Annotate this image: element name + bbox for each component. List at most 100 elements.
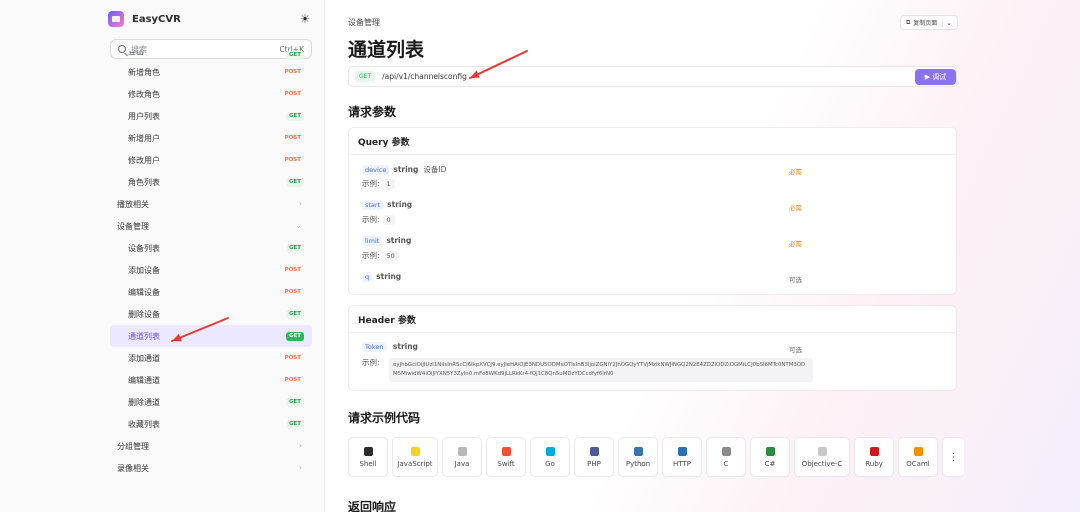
- example-label: 示例:: [362, 179, 380, 188]
- language-label: Objective-C: [801, 459, 843, 468]
- sidebar-item-label: 添加通道: [128, 353, 160, 363]
- sidebar-item[interactable]: 分组管理 ›: [110, 435, 312, 457]
- sidebar-item[interactable]: 收藏列表 GET: [110, 413, 312, 435]
- param-row: limit string: [362, 236, 416, 246]
- language-label: Go: [545, 459, 555, 468]
- language-label: Shell: [359, 459, 377, 468]
- method-badge: GET: [285, 332, 304, 341]
- language-icon: [589, 446, 599, 456]
- debug-button[interactable]: ▶ 调试: [915, 69, 956, 85]
- token-example-value: eyJhbGciOiJIUzI1NiIsInR5cCI6IkpXVCJ9.eyJ…: [389, 358, 813, 382]
- sidebar-item[interactable]: 录像相关 ›: [110, 457, 312, 479]
- sidebar-item[interactable]: 新增角色 POST: [110, 61, 312, 83]
- sidebar-item[interactable]: 播放相关 ›: [110, 193, 312, 215]
- language-tab[interactable]: C: [706, 437, 746, 477]
- language-icon: [913, 446, 923, 456]
- brand[interactable]: EasyCVR: [108, 11, 181, 27]
- language-label: C#: [764, 459, 776, 468]
- sidebar-item[interactable]: 删除设备 GET: [110, 303, 312, 325]
- sidebar-item-label: 删除设备: [128, 309, 160, 319]
- sidebar-item[interactable]: 修改角色 POST: [110, 83, 312, 105]
- language-tab[interactable]: Java: [442, 437, 482, 477]
- sidebar-item[interactable]: 删除通道 GET: [110, 391, 312, 413]
- language-label: C: [723, 459, 729, 468]
- chevron-right-icon: ›: [298, 199, 302, 208]
- param-token: Token string: [362, 342, 423, 352]
- param-desc: 设备ID: [423, 165, 447, 174]
- language-icon: [410, 446, 420, 456]
- sidebar-item-label: 添加设备: [128, 265, 160, 275]
- breadcrumb[interactable]: 设备管理: [348, 17, 380, 28]
- language-tab[interactable]: JavaScript: [392, 437, 438, 477]
- language-tab[interactable]: HTTP: [662, 437, 702, 477]
- query-params-title: Query 参数: [349, 128, 956, 155]
- param-name: Token: [362, 342, 387, 352]
- language-tab[interactable]: Shell: [348, 437, 388, 477]
- param-required-flag: 必需: [789, 168, 802, 176]
- sidebar-item[interactable]: 修改用户 POST: [110, 149, 312, 171]
- language-icon: [765, 446, 775, 456]
- language-tab[interactable]: C#: [750, 437, 790, 477]
- more-languages-icon[interactable]: ⋮: [942, 437, 964, 477]
- sidebar-item[interactable]: 添加通道 POST: [110, 347, 312, 369]
- request-params-heading: 请求参数: [348, 105, 397, 119]
- language-tab[interactable]: Swift: [486, 437, 526, 477]
- language-label: Python: [625, 459, 651, 468]
- example-label: 示例:: [362, 251, 380, 260]
- copy-page-button[interactable]: ⧉ 复制页面 ⌄: [900, 15, 958, 30]
- example-label: 示例:: [362, 215, 380, 224]
- sidebar-item[interactable]: 设备管理 ⌄: [110, 215, 312, 237]
- language-tab[interactable]: Ruby: [854, 437, 894, 477]
- sidebar-item[interactable]: 用户列表 GET: [110, 105, 312, 127]
- param-row: device string 设备ID: [362, 164, 446, 175]
- endpoint-path[interactable]: /api/v1/channelsconfig: [382, 72, 467, 81]
- param-type: string: [392, 342, 418, 351]
- sidebar-item[interactable]: 添加设备 POST: [110, 259, 312, 281]
- sun-icon[interactable]: ☀: [298, 12, 312, 26]
- param-example-label: 示例:: [362, 358, 380, 367]
- sidebar-item-label: 编辑通道: [128, 375, 160, 385]
- param-type: string: [376, 272, 402, 281]
- language-icon: [677, 446, 687, 456]
- code-examples-heading: 请求示例代码: [348, 411, 421, 425]
- language-tab[interactable]: Objective-C: [794, 437, 850, 477]
- sidebar-item-label: 用户列表: [128, 111, 160, 121]
- brand-name: EasyCVR: [132, 13, 181, 25]
- sidebar-item[interactable]: 编辑通道 POST: [110, 369, 312, 391]
- sidebar-item[interactable]: 角色列表 GET: [110, 171, 312, 193]
- sidebar-item[interactable]: 新增用户 POST: [110, 127, 312, 149]
- sidebar-item[interactable]: 设备列表 GET: [110, 237, 312, 259]
- method-badge: POST: [284, 355, 301, 361]
- language-label: JavaScript: [397, 459, 433, 468]
- method-badge: POST: [284, 157, 301, 163]
- method-badge: GET: [285, 310, 304, 319]
- sidebar-item[interactable]: 通道列表 GET: [110, 325, 312, 347]
- method-badge: GET: [285, 398, 304, 407]
- sidebar-item[interactable]: 编辑设备 POST: [110, 281, 312, 303]
- language-tab[interactable]: Go: [530, 437, 570, 477]
- language-label: Ruby: [865, 459, 883, 468]
- endpoint-method-badge: GET: [355, 71, 376, 82]
- language-tab[interactable]: PHP: [574, 437, 614, 477]
- header-params-title: Header 参数: [349, 306, 956, 333]
- language-tab[interactable]: Python: [618, 437, 658, 477]
- param-required-flag: 可选: [789, 276, 802, 284]
- language-tab[interactable]: OCaml: [898, 437, 938, 477]
- chevron-down-icon: ⌄: [295, 221, 302, 230]
- param-example: 示例: 1: [362, 178, 395, 189]
- method-badge: POST: [284, 91, 301, 97]
- easycvr-logo-icon: [108, 11, 124, 27]
- method-badge: POST: [284, 289, 301, 295]
- example-value: 1: [382, 179, 395, 189]
- sidebar-item-label: 登出: [128, 51, 144, 56]
- chevron-down-icon[interactable]: ⌄: [942, 18, 952, 27]
- sidebar-nav: 登出 GET 新增角色 POST 修改角色 POST 用户列表 GET 新增用户 POST 修改用户…: [110, 51, 312, 479]
- sidebar-item-label: 修改角色: [128, 89, 160, 99]
- example-value: 0: [382, 215, 395, 225]
- language-icon: [545, 446, 555, 456]
- method-badge: POST: [284, 135, 301, 141]
- sidebar-item-label: 修改用户: [128, 155, 160, 165]
- sidebar-item-label: 设备列表: [128, 243, 160, 253]
- sidebar-item[interactable]: 登出 GET: [110, 51, 312, 61]
- sidebar-item-label: 设备管理: [117, 221, 149, 231]
